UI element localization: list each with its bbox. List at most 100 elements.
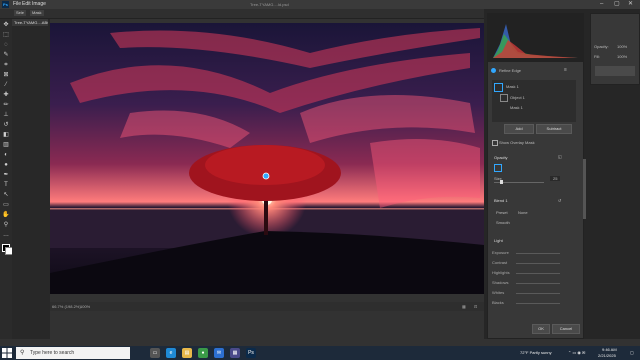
menu-image[interactable]: Image bbox=[32, 0, 46, 9]
clock-time[interactable]: 9:46 AM bbox=[602, 347, 617, 352]
eraser-tool-icon[interactable]: ◧ bbox=[2, 131, 10, 139]
history-brush-tool-icon[interactable]: ↺ bbox=[2, 121, 10, 129]
menu-edit[interactable]: Edit bbox=[22, 0, 31, 9]
brush-mode-icon[interactable] bbox=[494, 164, 502, 172]
document-tab[interactable]: Tree-TYAMG....ABC bbox=[12, 19, 48, 26]
marquee-tool-icon[interactable]: ⬚ bbox=[2, 31, 10, 39]
options-button-mask[interactable]: Mask bbox=[30, 10, 44, 16]
eyedropper-tool-icon[interactable]: ⁄ bbox=[2, 81, 10, 89]
search-icon: ⚲ bbox=[20, 350, 25, 356]
taskbar-search-box[interactable]: ⚲ Type here to search bbox=[16, 347, 130, 359]
more-tools-icon[interactable]: … bbox=[2, 231, 10, 239]
exposure-slider[interactable]: Exposure bbox=[492, 250, 562, 256]
weather-widget[interactable]: 72°F Partly sunny bbox=[520, 346, 552, 360]
windows-start-icon[interactable] bbox=[2, 348, 12, 358]
shape-tool-icon[interactable]: ▭ bbox=[2, 201, 10, 209]
properties-panel: Refine Edge ≡ Mask 1 Object 1 Mask 1 Add… bbox=[487, 61, 584, 339]
tray-icons[interactable]: ⌃ ▭ ◉ ✉ bbox=[568, 346, 585, 360]
frame-tool-icon[interactable]: ⊠ bbox=[2, 71, 10, 79]
panel-menu-icon[interactable]: ≡ bbox=[564, 67, 567, 73]
move-tool-icon[interactable]: ✥ bbox=[2, 21, 10, 29]
clock-date[interactable]: 2/21/2025 bbox=[598, 353, 616, 358]
tree-sunset-image bbox=[50, 23, 484, 294]
mask-thumbnail[interactable] bbox=[494, 83, 503, 92]
histogram-panel bbox=[487, 13, 584, 61]
stamp-tool-icon[interactable]: ⊥ bbox=[2, 111, 10, 119]
size-slider-thumb[interactable] bbox=[500, 180, 503, 184]
smooth-label: Smooth bbox=[496, 220, 510, 225]
crop-tool-icon[interactable]: ⌗ bbox=[2, 61, 10, 69]
doc-info: 100% bbox=[80, 304, 91, 309]
options-button-select[interactable]: Sele bbox=[14, 10, 27, 16]
photoshop-icon[interactable]: Ps bbox=[246, 348, 256, 358]
opacity-section-icon[interactable]: ◱ bbox=[558, 154, 562, 159]
layer-list: Mask 1 Object 1 Mask 1 bbox=[492, 80, 576, 122]
menu-bar: Ps File Edit Image Tree-TYAMG....Id.psd … bbox=[0, 0, 640, 9]
gradient-tool-icon[interactable]: ▥ bbox=[2, 141, 10, 149]
shadows-slider[interactable]: Shadows bbox=[492, 280, 562, 286]
ok-button[interactable]: OK bbox=[532, 324, 550, 334]
tools-panel: ✥ ⬚ ◌ ✎ ⌗ ⊠ ⁄ ✚ ✏ ⊥ ↺ ◧ ▥ ◐ ● ✒ T ↖ ▭ ✋ … bbox=[0, 19, 13, 339]
minimize-icon[interactable]: – bbox=[600, 0, 603, 9]
quick-select-tool-icon[interactable]: ✎ bbox=[2, 51, 10, 59]
photoshop-logo: Ps bbox=[2, 1, 9, 8]
hand-tool-icon[interactable]: ✋ bbox=[2, 211, 10, 219]
properties-scrollbar[interactable] bbox=[583, 159, 586, 219]
view-icon[interactable]: ▦ bbox=[462, 302, 466, 311]
highlights-slider[interactable]: Highlights bbox=[492, 270, 562, 276]
type-tool-icon[interactable]: T bbox=[2, 181, 10, 189]
task-view-icon[interactable]: ▭ bbox=[150, 348, 160, 358]
preset-value[interactable]: None bbox=[518, 210, 528, 215]
subtract-button[interactable]: Subtract bbox=[536, 124, 572, 134]
search-placeholder: Type here to search bbox=[30, 350, 75, 356]
maximize-icon[interactable]: ▢ bbox=[614, 0, 620, 9]
explorer-icon[interactable]: ▤ bbox=[182, 348, 192, 358]
zoom-readout[interactable]: 66.7% (198.2%) bbox=[52, 302, 81, 311]
layer-item-2[interactable]: Object 1 bbox=[510, 95, 525, 100]
window-title: Tree-TYAMG....Id.psd bbox=[250, 2, 289, 7]
object-thumbnail[interactable] bbox=[500, 94, 508, 102]
opacity-label: Opacity: bbox=[594, 44, 609, 49]
healing-tool-icon[interactable]: ✚ bbox=[2, 91, 10, 99]
mail-icon[interactable]: ✉ bbox=[214, 348, 224, 358]
store-icon[interactable]: ▦ bbox=[230, 348, 240, 358]
fill-value[interactable]: 100% bbox=[617, 54, 627, 59]
contrast-slider[interactable]: Contrast bbox=[492, 260, 562, 266]
layer-item-1[interactable]: Mask 1 bbox=[506, 84, 519, 89]
overlay-checkbox-label: Show Overlay Mask bbox=[499, 140, 535, 145]
lasso-tool-icon[interactable]: ◌ bbox=[2, 41, 10, 49]
frame-icon[interactable]: ⊡ bbox=[474, 302, 477, 311]
whites-slider[interactable]: Whites bbox=[492, 290, 562, 296]
pen-tool-icon[interactable]: ✒ bbox=[2, 171, 10, 179]
overlay-checkbox[interactable] bbox=[492, 140, 498, 146]
blur-tool-icon[interactable]: ◐ bbox=[2, 151, 10, 159]
cancel-button[interactable]: Cancel bbox=[552, 324, 580, 334]
layer-item-3[interactable]: Mask 1 bbox=[510, 105, 523, 110]
dodge-tool-icon[interactable]: ● bbox=[2, 161, 10, 169]
light-section-title: Light bbox=[494, 238, 503, 243]
close-icon[interactable]: ✕ bbox=[628, 0, 633, 9]
brush-tool-icon[interactable]: ✏ bbox=[2, 101, 10, 109]
document-canvas[interactable] bbox=[50, 23, 484, 294]
blend-section-title: Blend 1 bbox=[494, 198, 508, 203]
path-select-tool-icon[interactable]: ↖ bbox=[2, 191, 10, 199]
zoom-tool-icon[interactable]: ⚲ bbox=[2, 221, 10, 229]
opacity-value[interactable]: 100% bbox=[617, 44, 627, 49]
layer-row[interactable] bbox=[595, 66, 635, 76]
menu-file[interactable]: File bbox=[13, 0, 21, 9]
blacks-slider[interactable]: Blacks bbox=[492, 300, 562, 306]
size-value[interactable]: 25 bbox=[550, 176, 561, 181]
add-button[interactable]: Add bbox=[504, 124, 534, 134]
notifications-icon[interactable]: ▢ bbox=[630, 346, 634, 360]
windows-taskbar: ⚲ Type here to search ▭ e ▤ ● ✉ ▦ Ps 72°F Part… bbox=[0, 346, 640, 360]
status-bar: 66.7% (198.2%) 100% ▦ ⊡ bbox=[50, 302, 484, 311]
pasteboard-left bbox=[12, 19, 50, 339]
properties-title: Refine Edge bbox=[499, 68, 522, 73]
preset-label: Preset bbox=[496, 210, 508, 215]
histogram-chart bbox=[488, 14, 583, 60]
refine-icon bbox=[491, 68, 496, 73]
edge-icon[interactable]: e bbox=[166, 348, 176, 358]
chrome-icon[interactable]: ● bbox=[198, 348, 208, 358]
fill-label: Fill: bbox=[594, 54, 601, 59]
reset-icon[interactable]: ↺ bbox=[558, 198, 561, 203]
